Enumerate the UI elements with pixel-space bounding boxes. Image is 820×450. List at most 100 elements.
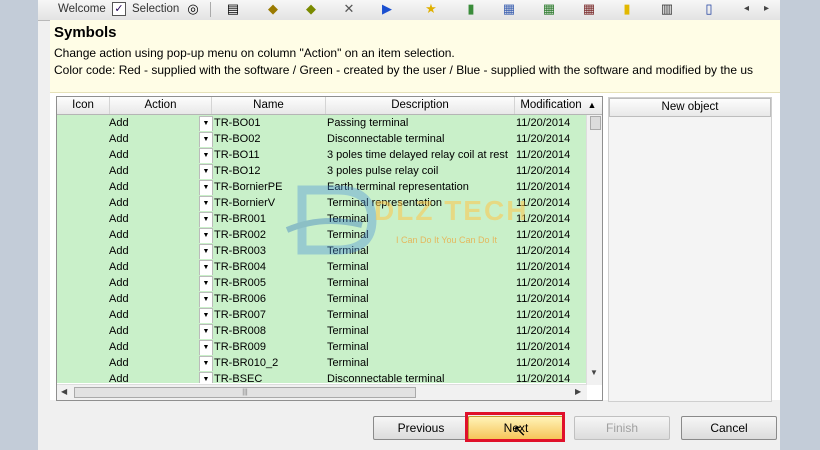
table-row[interactable]: Add ▼ TR-BSEC Disconnectable terminal 11/20/… [57, 371, 587, 383]
description-cell: 3 poles pulse relay coil [327, 165, 439, 177]
name-cell: TR-BR008 [214, 325, 266, 337]
description-cell: Terminal [327, 293, 369, 305]
grid-icon[interactable]: ▦ [580, 1, 598, 17]
action-dropdown-icon[interactable]: ▼ [199, 132, 213, 148]
cube-icon[interactable]: ◆ [264, 1, 282, 17]
tab-welcome[interactable]: Welcome [58, 2, 106, 17]
action-dropdown-icon[interactable]: ▼ [199, 212, 213, 228]
table-row[interactable]: Add ▼ TR-BR010_2 Terminal 11/20/2014 [57, 355, 587, 372]
selection-checkbox[interactable]: ✓ [112, 2, 126, 16]
action-dropdown-icon[interactable]: ▼ [199, 324, 213, 340]
scroll-right-icon[interactable]: ▶ [575, 387, 581, 396]
table-row[interactable]: Add ▼ TR-BR006 Terminal 11/20/2014 [57, 291, 587, 308]
tab-selection[interactable]: Selection [132, 2, 179, 17]
mouse-cursor-icon: ↖ [513, 423, 527, 440]
cancel-button[interactable]: Cancel [681, 416, 777, 440]
action-dropdown-icon[interactable]: ▼ [199, 228, 213, 244]
action-dropdown-icon[interactable]: ▼ [199, 292, 213, 308]
table-row[interactable]: Add ▼ TR-BR008 Terminal 11/20/2014 [57, 323, 587, 340]
action-cell[interactable]: Add [109, 371, 199, 383]
action-cell[interactable]: Add [109, 211, 199, 227]
action-cell[interactable]: Add [109, 179, 199, 195]
toolbar-scroll-left-icon[interactable]: ◂ [744, 3, 749, 14]
flag-icon[interactable]: ▶ [378, 1, 396, 17]
grid-header: Icon Action Name Description Modificatio… [57, 97, 602, 115]
sort-up-icon[interactable]: ▲ [585, 97, 599, 114]
right-window-edge [780, 0, 820, 450]
action-dropdown-icon[interactable]: ▼ [199, 180, 213, 196]
action-dropdown-icon[interactable]: ▼ [199, 308, 213, 324]
tools-icon[interactable]: ✕ [340, 1, 358, 17]
action-dropdown-icon[interactable]: ▼ [199, 276, 213, 292]
table-row[interactable]: Add ▼ TR-BR007 Terminal 11/20/2014 [57, 307, 587, 324]
action-dropdown-icon[interactable]: ▼ [199, 372, 213, 383]
horizontal-scrollbar[interactable]: ◀ ||| ▶ [57, 384, 587, 400]
document-icon[interactable]: ▤ [224, 1, 242, 17]
step-header: Symbols Change action using pop-up menu … [50, 20, 780, 93]
action-cell[interactable]: Add [109, 147, 199, 163]
table-row[interactable]: Add ▼ TR-BO02 Disconnectable terminal 11/20/… [57, 131, 587, 148]
column-header-icon[interactable]: Icon [57, 97, 110, 114]
name-cell: TR-BR007 [214, 309, 266, 321]
previous-button[interactable]: Previous [373, 416, 469, 440]
action-dropdown-icon[interactable]: ▼ [199, 340, 213, 356]
column-header-modification[interactable]: Modification [515, 97, 587, 114]
action-dropdown-icon[interactable]: ▼ [199, 196, 213, 212]
action-cell[interactable]: Add [109, 275, 199, 291]
vertical-scrollbar[interactable]: ▼ [586, 115, 602, 385]
action-cell[interactable]: Add [109, 115, 199, 131]
action-cell[interactable]: Add [109, 227, 199, 243]
action-cell[interactable]: Add [109, 307, 199, 323]
action-cell[interactable]: Add [109, 323, 199, 339]
action-dropdown-icon[interactable]: ▼ [199, 244, 213, 260]
table-row[interactable]: Add ▼ TR-BR009 Terminal 11/20/2014 [57, 339, 587, 356]
finish-button[interactable]: Finish [574, 416, 670, 440]
column-header-description[interactable]: Description [326, 97, 515, 114]
action-dropdown-icon[interactable]: ▼ [199, 260, 213, 276]
action-cell[interactable]: Add [109, 259, 199, 275]
database-icon[interactable]: ▮ [618, 1, 636, 17]
table-row[interactable]: Add ▼ TR-BO01 Passing terminal 11/20/2014 [57, 115, 587, 132]
name-cell: TR-BR009 [214, 341, 266, 353]
column-header-action[interactable]: Action [110, 97, 212, 114]
page-icon[interactable]: ▦ [500, 1, 518, 17]
toolbar-scroll-right-icon[interactable]: ▸ [764, 3, 769, 14]
horizontal-scroll-thumb[interactable]: ||| [74, 387, 416, 398]
action-dropdown-icon[interactable]: ▼ [199, 164, 213, 180]
relay-coil-icon[interactable]: ◎ [184, 1, 202, 17]
new-object-header[interactable]: New object [609, 98, 771, 117]
scroll-left-icon[interactable]: ◀ [61, 387, 67, 396]
table-row[interactable]: Add ▼ TR-BR005 Terminal 11/20/2014 [57, 275, 587, 292]
layers-icon[interactable]: ▮ [462, 1, 480, 17]
action-dropdown-icon[interactable]: ▼ [199, 116, 213, 132]
description-cell: Terminal [327, 277, 369, 289]
action-cell[interactable]: Add [109, 291, 199, 307]
component-icon[interactable]: ◆ [302, 1, 320, 17]
name-cell: TR-BO01 [214, 117, 261, 129]
table-row[interactable]: Add ▼ TR-BR004 Terminal 11/20/2014 [57, 259, 587, 276]
cabinet-icon[interactable]: ▥ [658, 1, 676, 17]
table-row[interactable]: Add ▼ TR-BO12 3 poles pulse relay coil 11/20… [57, 163, 587, 180]
modification-cell: 11/20/2014 [516, 325, 571, 337]
action-cell[interactable]: Add [109, 195, 199, 211]
action-cell[interactable]: Add [109, 355, 199, 371]
table-icon[interactable]: ▦ [540, 1, 558, 17]
description-cell: 3 poles time delayed relay coil at rest [327, 149, 508, 161]
action-dropdown-icon[interactable]: ▼ [199, 356, 213, 372]
action-cell[interactable]: Add [109, 243, 199, 259]
terminal-strip-icon[interactable]: ▯ [700, 1, 718, 17]
description-cell: Terminal [327, 357, 369, 369]
column-header-name[interactable]: Name [212, 97, 326, 114]
action-dropdown-icon[interactable]: ▼ [199, 148, 213, 164]
name-cell: TR-BR004 [214, 261, 266, 273]
action-cell[interactable]: Add [109, 339, 199, 355]
scroll-down-icon[interactable]: ▼ [590, 368, 598, 377]
description-cell: Terminal [327, 341, 369, 353]
action-cell[interactable]: Add [109, 163, 199, 179]
star-icon[interactable]: ★ [422, 1, 440, 17]
table-row[interactable]: Add ▼ TR-BO11 3 poles time delayed relay co… [57, 147, 587, 164]
color-code-legend: Color code: Red - supplied with the soft… [54, 63, 754, 77]
action-cell[interactable]: Add [109, 131, 199, 147]
vertical-scroll-thumb[interactable] [590, 116, 601, 130]
name-cell: TR-BR010_2 [214, 357, 279, 369]
